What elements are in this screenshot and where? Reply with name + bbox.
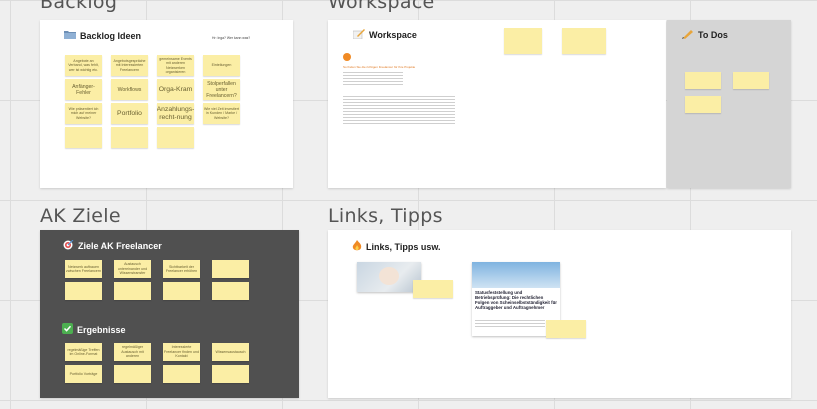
todo-sticky-2[interactable] <box>733 72 769 89</box>
article-lines <box>475 320 545 329</box>
todo-sticky-3[interactable] <box>685 96 721 113</box>
frame-links[interactable]: Links, Tipps usw. Statusfeststellung und… <box>328 230 791 398</box>
result-sticky-7[interactable] <box>163 365 200 383</box>
frame-backlog[interactable]: Backlog Ideen Hr: Inga? Wer kann was? An… <box>40 20 293 188</box>
document-logo <box>343 53 351 61</box>
ziele-heading: Ziele AK Freelancer <box>62 239 162 252</box>
document-title: So finden Sie die richtigen Freelancer f… <box>343 65 416 69</box>
result-sticky-8[interactable] <box>212 365 249 383</box>
goal-sticky-1[interactable]: Netzwerk aufbauen zwischen Freelancern <box>65 260 102 278</box>
goal-sticky-6[interactable] <box>114 282 151 300</box>
links-heading-text: Links, Tipps usw. <box>366 241 441 252</box>
target-icon <box>62 239 74 252</box>
frame-title-links[interactable]: Links, Tipps <box>328 205 443 227</box>
goal-sticky-7[interactable] <box>163 282 200 300</box>
frame-title-ak-ziele[interactable]: AK Ziele <box>40 205 121 227</box>
result-sticky-5[interactable]: Portfolio Vorträge <box>65 365 102 383</box>
frame-workspace[interactable]: Workspace So finden Sie die richtigen Fr… <box>328 20 666 188</box>
result-sticky-6[interactable] <box>114 365 151 383</box>
frame-ak-ziele[interactable]: Ziele AK Freelancer Netzwerk aufbauen zw… <box>40 230 299 398</box>
goal-sticky-3[interactable]: Sichtbarkeit der Freelancer erhöhen <box>163 260 200 278</box>
result-sticky-3[interactable]: Interessierte Freelancer finden und Kont… <box>163 343 200 361</box>
article-title: Statusfeststellung und Betriebsprüfung: … <box>475 290 557 310</box>
pencil-icon <box>682 29 694 41</box>
ziele-heading-text: Ziele AK Freelancer <box>78 241 162 251</box>
frame-title-backlog[interactable]: Backlog <box>40 0 117 13</box>
ergebnisse-heading: Ergebnisse <box>62 323 126 336</box>
todos-heading-text: To Dos <box>698 30 728 40</box>
frame-title-workspace[interactable]: Workspace <box>328 0 435 13</box>
goal-sticky-8[interactable] <box>212 282 249 300</box>
workspace-sticky-2[interactable] <box>562 28 606 54</box>
backlog-sticky-9[interactable]: Wie präsentiert ich mich auf meiner Webs… <box>65 103 102 124</box>
backlog-heading-text: Backlog Ideen <box>80 30 142 41</box>
workspace-heading: Workspace <box>352 29 417 41</box>
backlog-sticky-14[interactable] <box>111 127 148 148</box>
goal-sticky-5[interactable] <box>65 282 102 300</box>
frame-todos[interactable]: To Dos <box>667 20 791 188</box>
backlog-sticky-7[interactable]: Orga-Kram <box>157 79 194 100</box>
result-sticky-4[interactable]: Wissensaustausch <box>212 343 249 361</box>
backlog-note: Hr: Inga? Wer kann was? <box>212 36 251 40</box>
document-preview[interactable]: So finden Sie die richtigen Freelancer f… <box>340 50 460 150</box>
link-preview-image[interactable] <box>357 262 421 292</box>
backlog-sticky-4[interactable]: Einteilungen <box>203 55 240 76</box>
checkbox-icon <box>62 323 73 336</box>
backlog-sticky-15[interactable] <box>157 127 194 148</box>
backlog-sticky-11[interactable]: Anzahlungs-recht-nung <box>157 103 194 124</box>
backlog-sticky-12[interactable]: Wie viel Zeit investiert in Kunden / Mar… <box>203 103 240 124</box>
workspace-sticky-1[interactable] <box>504 28 542 54</box>
article-image <box>472 262 560 288</box>
folder-icon <box>64 30 76 41</box>
link-sticky-2[interactable] <box>546 320 586 338</box>
goal-sticky-4[interactable] <box>212 260 249 278</box>
goal-sticky-2[interactable]: Austausch untereinander und Wissenstrans… <box>114 260 151 278</box>
link-sticky-1[interactable] <box>413 280 453 298</box>
backlog-sticky-5[interactable]: Anfänger-Fehler <box>65 79 102 100</box>
link-preview-graphic <box>379 267 399 285</box>
fire-icon <box>352 240 362 253</box>
backlog-sticky-10[interactable]: Portfolio <box>111 103 148 124</box>
document-lines-1 <box>343 72 403 87</box>
backlog-sticky-6[interactable]: Workflows <box>111 79 148 100</box>
backlog-sticky-1[interactable]: Angebote an Verband, was fehlt, wer ist … <box>65 55 102 76</box>
todos-heading: To Dos <box>682 29 728 41</box>
ergebnisse-heading-text: Ergebnisse <box>77 324 126 335</box>
links-heading: Links, Tipps usw. <box>352 240 441 253</box>
pencil-notepad-icon <box>352 29 365 41</box>
backlog-sticky-2[interactable]: Angebotsgespräche mit Interessierten Fre… <box>111 55 148 76</box>
result-sticky-2[interactable]: regelmäßiger Austausch mit anderen <box>114 343 151 361</box>
backlog-sticky-8[interactable]: Stolperfallen unter Freelancern? <box>203 79 240 100</box>
workspace-heading-text: Workspace <box>369 30 417 40</box>
result-sticky-1[interactable]: regelmäßige Treffen im Online-Format <box>65 343 102 361</box>
todo-sticky-1[interactable] <box>685 72 721 89</box>
backlog-sticky-3[interactable]: gemeinsame Events mit anderen Netzwerken… <box>157 55 194 76</box>
document-lines-2 <box>343 96 455 126</box>
backlog-sticky-13[interactable] <box>65 127 102 148</box>
backlog-heading: Backlog Ideen <box>64 30 141 41</box>
